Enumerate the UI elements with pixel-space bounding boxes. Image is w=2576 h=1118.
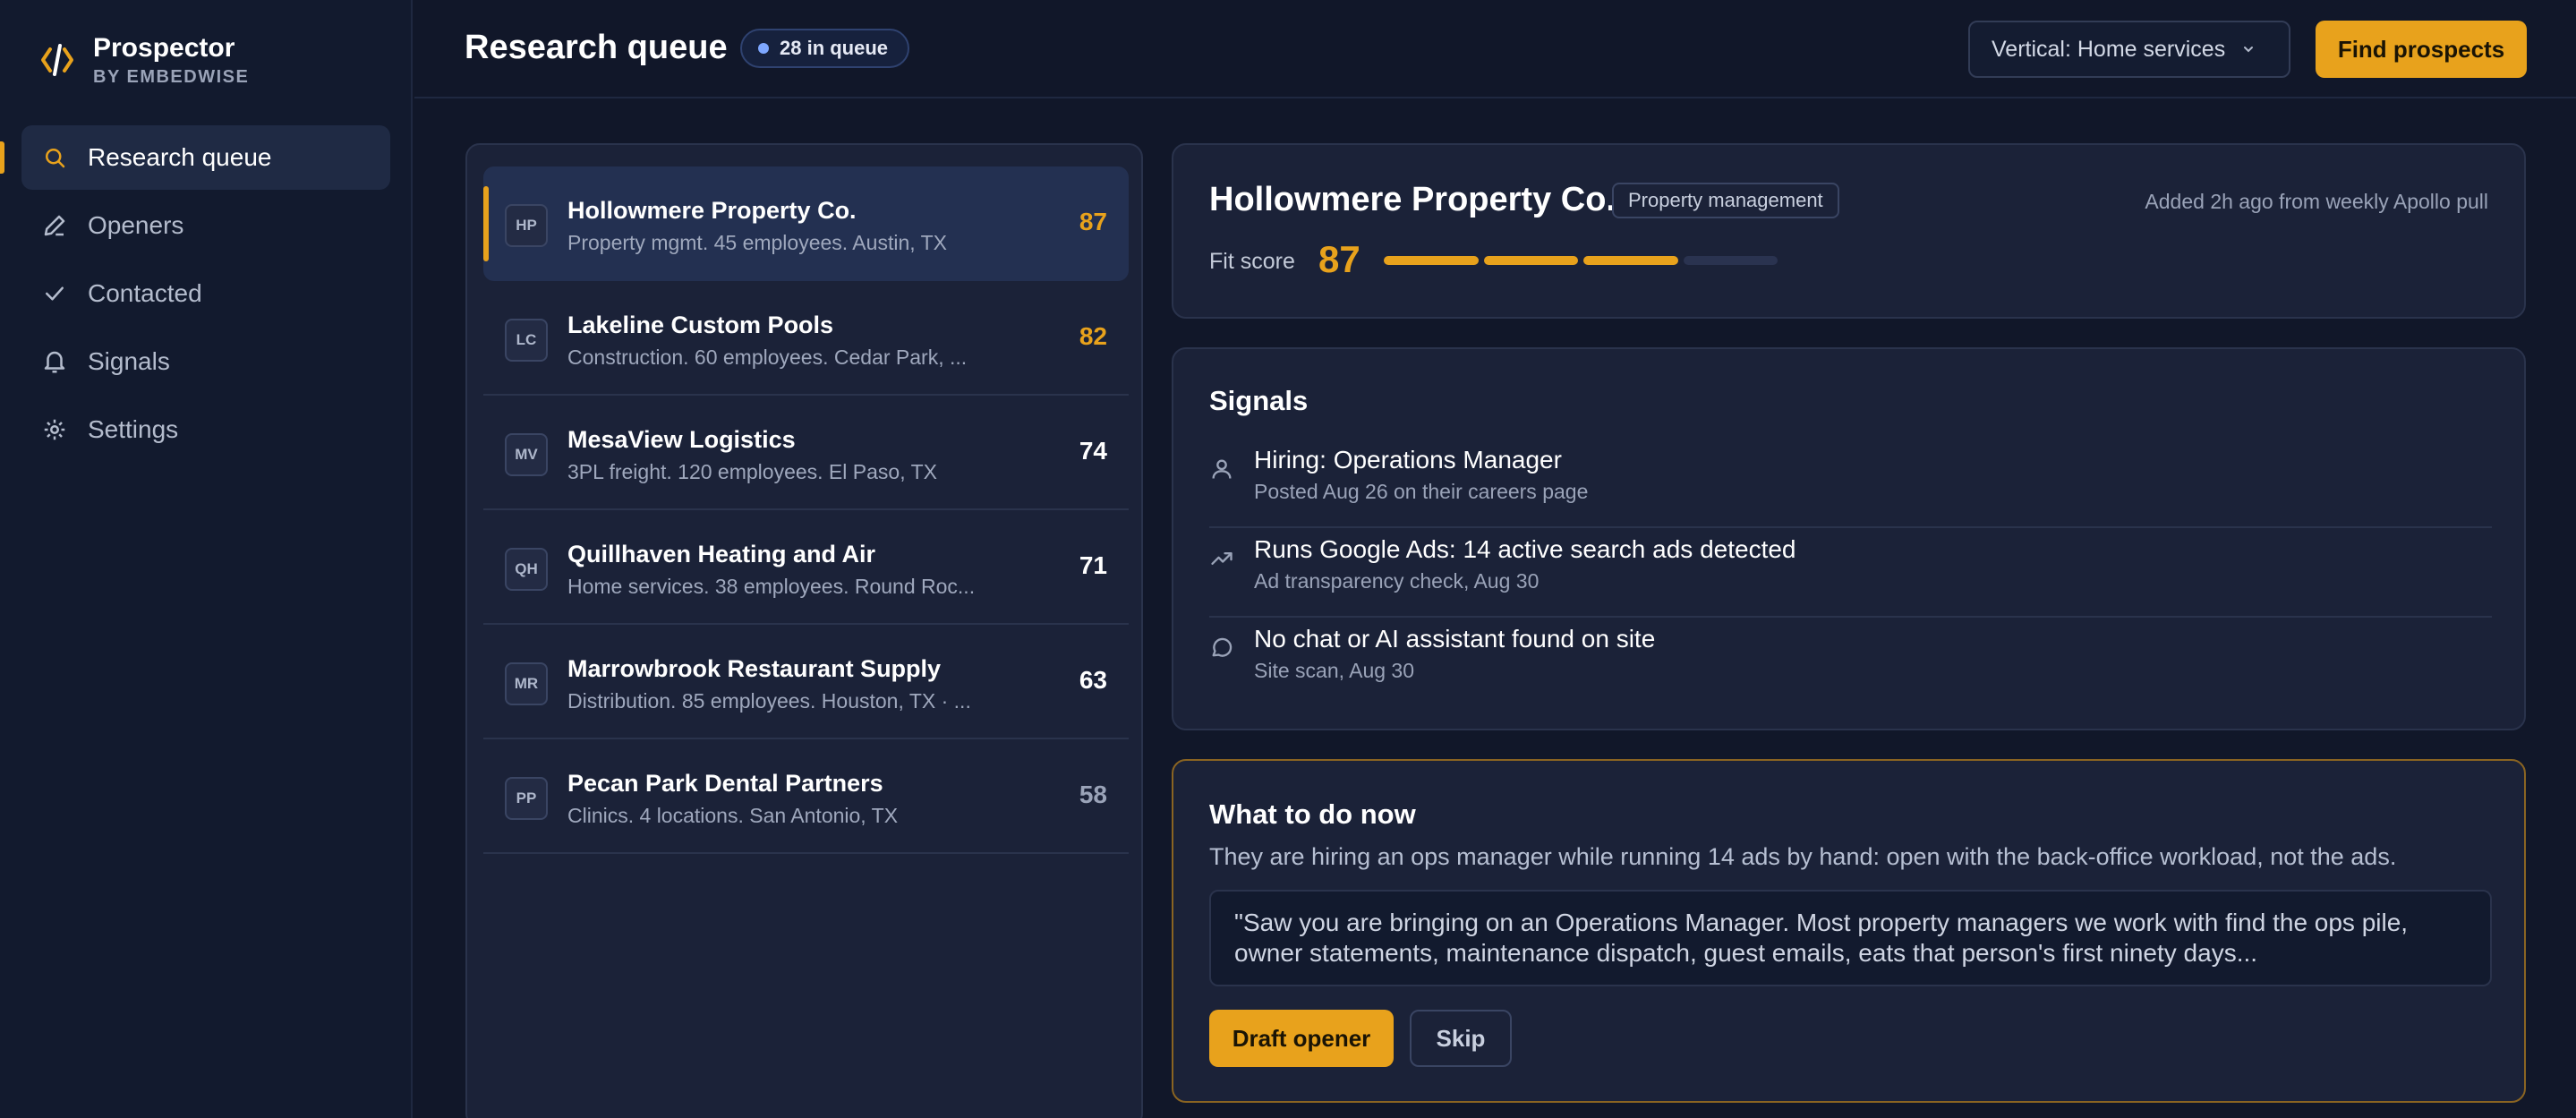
prospect-name: Hollowmere Property Co. xyxy=(567,197,857,224)
top-header: Research queue 28 in queue Vertical: Hom… xyxy=(414,0,2576,98)
fit-score-segment xyxy=(1683,256,1778,265)
prospect-score: 71 xyxy=(1079,551,1107,579)
sidebar: Prospector BY EMBEDWISE Research queue O… xyxy=(0,0,413,1118)
avatar: PP xyxy=(505,777,548,820)
sidebar-item-label: Openers xyxy=(88,211,184,239)
added-timestamp: Added 2h ago from weekly Apollo pull xyxy=(2145,190,2488,213)
company-name: Hollowmere Property Co. xyxy=(1209,181,1616,218)
prospect-score: 63 xyxy=(1079,666,1107,694)
sidebar-item-label: Contacted xyxy=(88,279,202,307)
fit-score-label: Fit score xyxy=(1209,249,1295,274)
company-summary-card: Hollowmere Property Co. Property managem… xyxy=(1172,143,2526,319)
avatar: MV xyxy=(505,433,548,476)
prospect-score: 87 xyxy=(1079,208,1107,235)
prospect-score: 74 xyxy=(1079,437,1107,465)
sidebar-item-settings[interactable]: Settings xyxy=(21,397,390,462)
opener-preview[interactable]: "Saw you are bringing on an Operations M… xyxy=(1209,890,2492,986)
prospect-row[interactable]: HP Hollowmere Property Co. Property mgmt… xyxy=(483,166,1129,281)
brand[interactable]: Prospector BY EMBEDWISE xyxy=(39,32,249,88)
prospect-meta: 3PL freight. 120 employees. El Paso, TX xyxy=(567,460,937,483)
sidebar-item-label: Settings xyxy=(88,415,179,443)
page-title: Research queue xyxy=(465,29,728,66)
signal-title: Runs Google Ads: 14 active search ads de… xyxy=(1254,535,1796,563)
prospect-row[interactable]: MV MesaView Logistics 3PL freight. 120 e… xyxy=(483,396,1129,510)
prospect-meta: Clinics. 4 locations. San Antonio, TX xyxy=(567,804,899,827)
skip-button[interactable]: Skip xyxy=(1410,1010,1512,1067)
sidebar-item-openers[interactable]: Openers xyxy=(21,193,390,258)
prospect-row[interactable]: PP Pecan Park Dental Partners Clinics. 4… xyxy=(483,739,1129,854)
prospect-name: Pecan Park Dental Partners xyxy=(567,770,883,797)
signals-card: Signals Hiring: Operations Manager Poste… xyxy=(1172,347,2526,730)
avatar: MR xyxy=(505,662,548,705)
signals-title: Signals xyxy=(1209,385,1309,416)
chevron-down-icon xyxy=(2244,47,2254,53)
status-dot-icon xyxy=(758,43,769,54)
prospect-name: Quillhaven Heating and Air xyxy=(567,541,876,568)
next-action-title: What to do now xyxy=(1209,798,1416,830)
prospect-score: 58 xyxy=(1079,781,1107,808)
chat-bubble-icon xyxy=(1212,637,1233,657)
prospect-row[interactable]: MR Marrowbrook Restaurant Supply Distrib… xyxy=(483,625,1129,739)
prospect-meta: Distribution. 85 employees. Houston, TX … xyxy=(567,689,971,713)
check-icon xyxy=(46,286,64,301)
industry-tag: Property management xyxy=(1612,183,1839,218)
signal-title: No chat or AI assistant found on site xyxy=(1254,625,1656,653)
prospect-score: 82 xyxy=(1079,322,1107,350)
prospect-meta: Construction. 60 employees. Cedar Park, … xyxy=(567,346,968,369)
sidebar-item-label: Signals xyxy=(88,347,170,375)
queue-count-label: 28 in queue xyxy=(780,37,889,59)
signal-source: Site scan, Aug 30 xyxy=(1254,659,1415,682)
sidebar-item-contacted[interactable]: Contacted xyxy=(21,261,390,326)
queue-count-badge: 28 in queue xyxy=(740,29,910,68)
pencil-icon xyxy=(44,215,65,236)
avatar: QH xyxy=(505,548,548,591)
signal-source: Ad transparency check, Aug 30 xyxy=(1254,569,1540,593)
code-brackets-logo-icon xyxy=(41,44,73,76)
prospect-meta: Home services. 38 employees. Round Roc..… xyxy=(567,575,976,598)
fit-score-segment xyxy=(1583,256,1678,265)
fit-score-value: 87 xyxy=(1318,238,1361,280)
gear-icon xyxy=(44,419,65,440)
prospect-row[interactable]: QH Quillhaven Heating and Air Home servi… xyxy=(483,510,1129,625)
avatar: LC xyxy=(505,319,548,362)
next-action-description: They are hiring an ops manager while run… xyxy=(1209,843,2397,870)
prospect-list: HP Hollowmere Property Co. Property mgmt… xyxy=(465,143,1143,1118)
prospect-row[interactable]: LC Lakeline Custom Pools Construction. 6… xyxy=(483,281,1129,396)
sidebar-item-research-queue[interactable]: Research queue xyxy=(0,125,390,190)
prospect-name: MesaView Logistics xyxy=(567,426,796,453)
vertical-select[interactable]: Vertical: Home services xyxy=(1968,21,2290,78)
sidebar-item-label: Research queue xyxy=(88,143,272,171)
person-icon xyxy=(1212,459,1232,479)
fit-score-segment xyxy=(1483,256,1578,265)
find-prospects-button[interactable]: Find prospects xyxy=(2316,21,2527,78)
prospect-name: Marrowbrook Restaurant Supply xyxy=(567,655,942,682)
fit-score-segment xyxy=(1384,256,1479,265)
draft-opener-button[interactable]: Draft opener xyxy=(1209,1010,1394,1067)
vertical-select-value: Vertical: Home services xyxy=(1992,36,2226,62)
avatar: HP xyxy=(505,204,548,247)
signal-item: Runs Google Ads: 14 active search ads de… xyxy=(1209,528,2492,618)
search-icon xyxy=(46,149,65,168)
bell-icon xyxy=(44,351,65,373)
next-action-card: What to do now They are hiring an ops ma… xyxy=(1172,759,2526,1103)
trend-up-icon xyxy=(1211,552,1233,565)
fit-score-bar xyxy=(1384,256,1778,265)
brand-subtitle: BY EMBEDWISE xyxy=(93,67,250,87)
sidebar-item-signals[interactable]: Signals xyxy=(21,329,390,394)
signal-source: Posted Aug 26 on their careers page xyxy=(1254,480,1589,503)
signal-item: No chat or AI assistant found on site Si… xyxy=(1209,618,2492,707)
prospect-name: Lakeline Custom Pools xyxy=(567,312,834,338)
signal-title: Hiring: Operations Manager xyxy=(1254,446,1562,474)
sidebar-nav: Research queue Openers Contacted Signals… xyxy=(0,125,390,465)
signal-item: Hiring: Operations Manager Posted Aug 26… xyxy=(1209,439,2492,528)
brand-name: Prospector xyxy=(93,33,235,63)
prospect-meta: Property mgmt. 45 employees. Austin, TX xyxy=(567,231,947,254)
